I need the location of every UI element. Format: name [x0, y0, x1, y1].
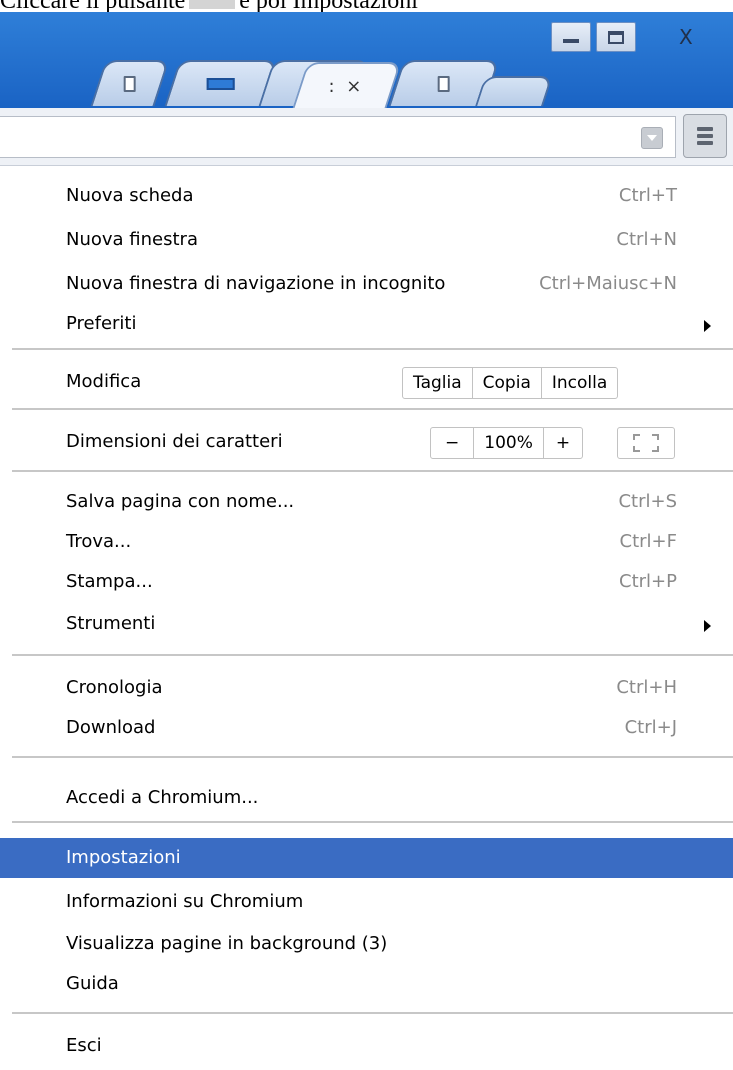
menu-item-find[interactable]: Trova... Ctrl+F: [0, 524, 733, 560]
menu-item-about[interactable]: Informazioni su Chromium: [0, 884, 733, 920]
menu-item-downloads[interactable]: Download Ctrl+J: [0, 710, 733, 746]
maximize-icon: [608, 30, 624, 44]
submenu-arrow-icon: [704, 620, 711, 632]
menu-item-label: Preferiti: [66, 313, 137, 334]
mail-icon: [206, 78, 235, 90]
menu-item-exit[interactable]: Esci: [0, 1028, 733, 1064]
browser-titlebar: ✂ : × X: [0, 12, 733, 108]
copy-button[interactable]: Copia: [473, 368, 542, 398]
menu-item-label: Download: [66, 717, 156, 738]
menu-item-incognito[interactable]: Nuova finestra di navigazione in incogni…: [0, 266, 733, 302]
menu-item-label: Nuova finestra di navigazione in incogni…: [66, 273, 446, 294]
hamburger-icon-bar: [697, 141, 713, 145]
zoom-in-button[interactable]: +: [544, 428, 582, 458]
caption-button-placeholder: [189, 0, 236, 10]
close-icon: X: [679, 25, 693, 49]
page-icon: [123, 76, 136, 92]
close-button[interactable]: X: [655, 22, 733, 52]
menu-item-new-tab[interactable]: Nuova scheda Ctrl+T: [0, 178, 733, 214]
menu-item-background-pages[interactable]: Visualizza pagine in background (3): [0, 926, 733, 962]
menu-item-print[interactable]: Stampa... Ctrl+P: [0, 564, 733, 600]
menu-item-shortcut: Ctrl+F: [619, 531, 677, 552]
chevron-down-icon: [647, 135, 657, 141]
menu-item-shortcut: Ctrl+J: [624, 717, 677, 738]
maximize-button[interactable]: [596, 22, 636, 52]
menu-item-tools[interactable]: Strumenti: [0, 606, 733, 642]
browser-toolbar: [0, 108, 733, 166]
menu-item-label: Stampa...: [66, 571, 153, 592]
menu-item-history[interactable]: Cronologia Ctrl+H: [0, 670, 733, 706]
minimize-button[interactable]: [551, 22, 591, 52]
minimize-icon: [563, 39, 579, 43]
fullscreen-icon: [633, 434, 659, 452]
active-tab-label: : ×: [328, 75, 365, 97]
caption-text-before: Cliccare il pulsante: [0, 0, 185, 12]
menu-separator: [12, 470, 733, 472]
menu-separator: [12, 348, 733, 350]
menu-item-settings[interactable]: Impostazioni: [0, 838, 733, 878]
menu-item-label: Strumenti: [66, 613, 156, 634]
menu-separator: [12, 1012, 733, 1014]
zoom-level: 100%: [474, 428, 544, 458]
paste-button[interactable]: Incolla: [542, 368, 617, 398]
menu-item-label: Accedi a Chromium...: [66, 787, 259, 808]
menu-item-sign-in[interactable]: Accedi a Chromium...: [0, 780, 733, 816]
menu-separator: [12, 821, 733, 823]
menu-item-label: Modifica: [66, 371, 142, 392]
omnibox-dropdown-button[interactable]: [641, 127, 663, 149]
edit-button-group: Taglia Copia Incolla: [402, 367, 619, 399]
menu-item-shortcut: Ctrl+Maiusc+N: [539, 273, 677, 294]
caption-text-after: e poi Impostazioni: [239, 0, 418, 12]
hamburger-icon-bar: [697, 134, 713, 138]
menu-item-new-window[interactable]: Nuova finestra Ctrl+N: [0, 222, 733, 258]
zoom-out-button[interactable]: −: [431, 428, 475, 458]
menu-separator: [12, 756, 733, 758]
menu-item-label: Nuova scheda: [66, 185, 194, 206]
menu-item-shortcut: Ctrl+S: [618, 491, 677, 512]
menu-separator: [12, 654, 733, 656]
menu-item-label: Cronologia: [66, 677, 163, 698]
menu-item-label: Nuova finestra: [66, 229, 198, 250]
chrome-menu-button[interactable]: [683, 114, 727, 158]
chrome-menu: Nuova scheda Ctrl+T Nuova finestra Ctrl+…: [0, 166, 733, 1070]
menu-item-label: Esci: [66, 1035, 102, 1056]
menu-item-edit: Modifica Taglia Copia Incolla: [0, 364, 733, 400]
menu-item-label: Guida: [66, 973, 119, 994]
menu-item-label: Visualizza pagine in background (3): [66, 933, 388, 954]
menu-item-shortcut: Ctrl+P: [619, 571, 677, 592]
tab-blank-1[interactable]: [90, 60, 170, 106]
instruction-caption: Cliccare il pulsante e poi Impostazioni: [0, 0, 733, 12]
menu-item-shortcut: Ctrl+T: [618, 185, 677, 206]
address-bar[interactable]: [0, 116, 676, 158]
menu-item-label: Impostazioni: [66, 847, 181, 868]
menu-item-help[interactable]: Guida: [0, 966, 733, 1002]
tab-active[interactable]: : ×: [292, 62, 402, 108]
new-tab-button[interactable]: [475, 76, 553, 106]
submenu-arrow-icon: [704, 320, 711, 332]
menu-item-zoom: Dimensioni dei caratteri − 100% +: [0, 424, 733, 460]
menu-item-shortcut: Ctrl+H: [616, 677, 677, 698]
page-icon: [437, 76, 450, 92]
menu-item-bookmarks[interactable]: Preferiti: [0, 306, 733, 342]
hamburger-icon-bar: [697, 127, 713, 131]
menu-item-label: Informazioni su Chromium: [66, 891, 304, 912]
menu-item-label: Dimensioni dei caratteri: [66, 431, 283, 452]
menu-item-shortcut: Ctrl+N: [616, 229, 677, 250]
zoom-control: − 100% +: [430, 427, 584, 459]
menu-item-label: Trova...: [66, 531, 132, 552]
menu-separator: [12, 408, 733, 410]
menu-item-label: Salva pagina con nome...: [66, 491, 295, 512]
fullscreen-button[interactable]: [617, 427, 675, 459]
cut-button[interactable]: Taglia: [403, 368, 473, 398]
menu-item-save-page[interactable]: Salva pagina con nome... Ctrl+S: [0, 484, 733, 520]
